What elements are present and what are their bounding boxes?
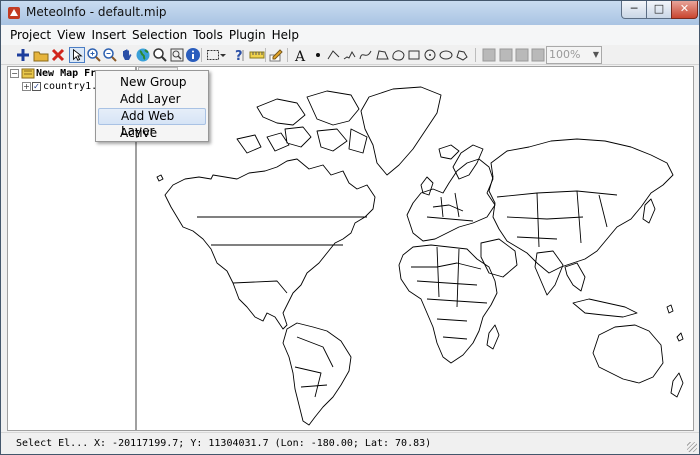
- edit-pencil-icon[interactable]: [268, 47, 284, 63]
- japan-outline: [642, 198, 656, 224]
- toolbar-separator: [265, 48, 266, 62]
- europe-inner-borders: [426, 192, 474, 222]
- africa-inner-borders: [411, 246, 488, 340]
- menu-project[interactable]: Project: [7, 25, 54, 45]
- maximize-button[interactable]: □: [646, 1, 672, 19]
- australia-outline: [592, 324, 664, 384]
- menu-help[interactable]: Help: [269, 25, 302, 45]
- arctic-islands-outline: [236, 90, 368, 154]
- window-title: MeteoInfo - default.mip: [26, 5, 167, 19]
- iceland-outline: [438, 144, 460, 160]
- svg-text:A: A: [294, 49, 306, 63]
- svg-text:?: ?: [235, 49, 243, 63]
- zoom-layer-icon[interactable]: [169, 47, 185, 63]
- menu-item-new-group[interactable]: New Group: [98, 74, 206, 91]
- identify-info-icon[interactable]: [185, 47, 201, 63]
- help-query-icon[interactable]: ?: [232, 47, 248, 63]
- arabia-outline: [480, 238, 518, 278]
- pacific-islands: [156, 174, 684, 342]
- menu-bar: Project View Insert Selection Tools Plugin Hel…: [1, 25, 699, 45]
- freehand-icon[interactable]: [342, 47, 358, 63]
- indonesia-outline: [572, 298, 638, 318]
- menu-item-add-web-layer[interactable]: Add Web Layer: [98, 108, 206, 138]
- menu-item-active[interactable]: Active: [98, 125, 206, 142]
- polyline-icon[interactable]: [326, 47, 342, 63]
- close-button[interactable]: ✕: [671, 1, 698, 19]
- greenland-outline: [360, 86, 442, 176]
- main-window: MeteoInfo - default.mip ─ □ ✕ Project Vie…: [0, 0, 700, 455]
- collapse-toggle-icon[interactable]: −: [10, 69, 19, 78]
- status-bar: Select El... X: -20117199.7; Y: 11304031…: [1, 432, 699, 454]
- text-tool-icon[interactable]: A: [293, 47, 309, 63]
- toolbar: ? A 100% ▼: [1, 45, 699, 65]
- zoom-out-icon[interactable]: [102, 47, 118, 63]
- layout-icon-1[interactable]: [481, 47, 497, 63]
- curve-icon[interactable]: [358, 47, 374, 63]
- zoom-value: 100%: [549, 48, 581, 61]
- zoom-tool-icon[interactable]: [152, 47, 168, 63]
- africa-outline: [398, 244, 498, 364]
- measure-icon[interactable]: [249, 47, 265, 63]
- legend-context-menu: New Group Add Layer Add Web Layer Active: [95, 70, 209, 142]
- map-canvas[interactable]: [136, 66, 694, 431]
- select-pointer-icon[interactable]: [69, 47, 85, 63]
- south-america-outline: [282, 322, 352, 426]
- map-frame-icon: [21, 68, 35, 79]
- expand-toggle-icon[interactable]: +: [22, 82, 31, 91]
- status-coordinates: X: -20117199.7; Y: 11304031.7 (Lon: -180…: [94, 438, 432, 449]
- open-project-icon[interactable]: [33, 47, 49, 63]
- zoom-in-icon[interactable]: [86, 47, 102, 63]
- map-frame-label[interactable]: New Map Fra: [36, 67, 102, 81]
- pan-hand-icon[interactable]: [119, 47, 135, 63]
- madagascar-outline: [486, 324, 500, 350]
- toolbar-separator: [475, 48, 476, 62]
- menu-plugin[interactable]: Plugin: [226, 25, 269, 45]
- layout-icon-3[interactable]: [514, 47, 530, 63]
- point-tool-icon[interactable]: [310, 47, 326, 63]
- rectangle-icon[interactable]: [406, 47, 422, 63]
- north-america-outline: [164, 158, 376, 330]
- layout-icon-2[interactable]: [498, 47, 514, 63]
- north-america-inner-borders: [197, 216, 367, 294]
- britain-outline: [420, 176, 434, 196]
- menu-view[interactable]: View: [54, 25, 88, 45]
- chevron-down-icon[interactable]: ▼: [593, 47, 599, 63]
- dropdown-arrow-icon[interactable]: [219, 47, 227, 63]
- south-america-inner-borders: [294, 336, 334, 398]
- menu-insert[interactable]: Insert: [89, 25, 129, 45]
- freehand-polygon-icon[interactable]: [454, 47, 470, 63]
- toolbar-separator: [201, 48, 202, 62]
- add-layer-icon[interactable]: [15, 47, 31, 63]
- circle-icon[interactable]: [422, 47, 438, 63]
- europe-outline: [406, 158, 496, 242]
- menu-selection[interactable]: Selection: [129, 25, 190, 45]
- status-mode: Select El...: [16, 438, 89, 449]
- southeast-asia-outline: [564, 262, 586, 292]
- menu-item-add-layer[interactable]: Add Layer: [98, 91, 206, 108]
- ellipse-icon[interactable]: [438, 47, 454, 63]
- toolbar-separator: [287, 48, 288, 62]
- zoom-combo[interactable]: 100% ▼: [546, 46, 602, 64]
- polygon-icon[interactable]: [374, 47, 390, 63]
- meteoinfo-app-icon: [8, 7, 20, 19]
- layout-icon-4[interactable]: [530, 47, 546, 63]
- new-zealand-outline: [670, 372, 684, 398]
- layer-visibility-checkbox[interactable]: ✓: [32, 82, 41, 91]
- world-map[interactable]: [137, 67, 695, 432]
- remove-layer-icon[interactable]: [50, 47, 66, 63]
- menu-tools[interactable]: Tools: [190, 25, 226, 45]
- asia-inner-borders: [496, 190, 618, 248]
- minimize-button[interactable]: ─: [621, 1, 647, 19]
- asia-outline: [488, 138, 674, 274]
- resize-grip-icon[interactable]: [687, 442, 697, 452]
- curve-polygon-icon[interactable]: [390, 47, 406, 63]
- full-extent-globe-icon[interactable]: [135, 47, 151, 63]
- title-bar[interactable]: MeteoInfo - default.mip ─ □ ✕: [1, 1, 699, 25]
